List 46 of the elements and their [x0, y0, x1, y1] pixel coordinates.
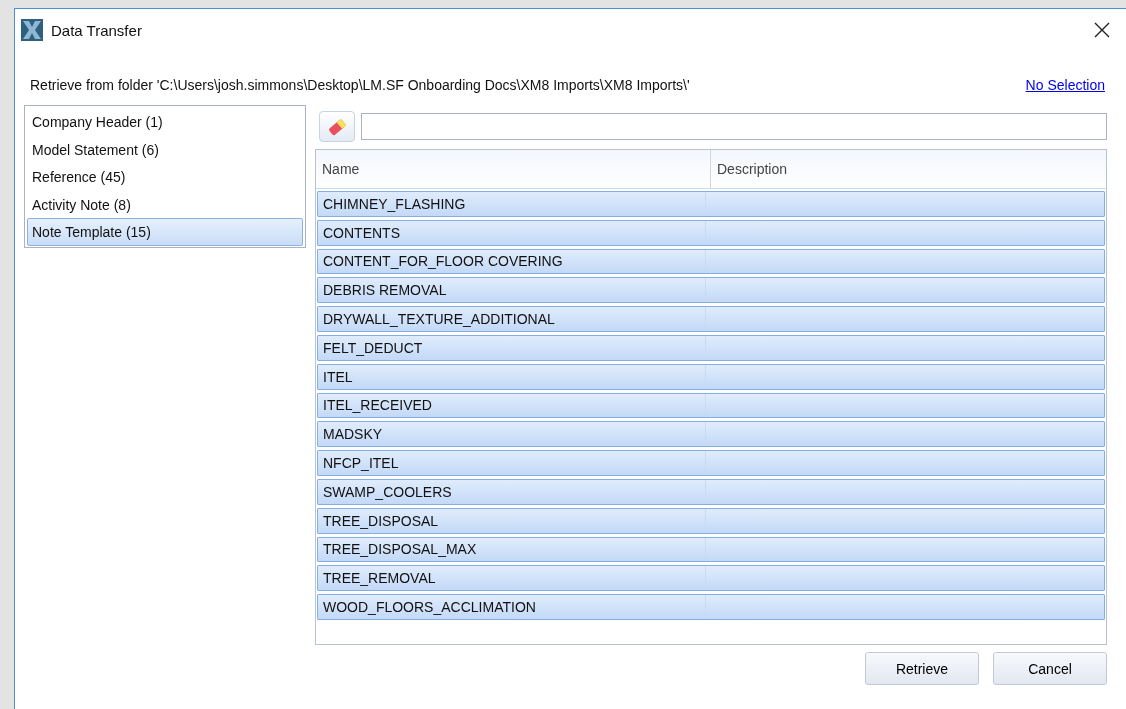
column-header[interactable]: Name: [316, 150, 711, 188]
clear-filter-button[interactable]: [319, 111, 355, 142]
table-row[interactable]: MADSKY: [317, 421, 1105, 448]
x-logo-icon: [21, 19, 43, 41]
name-cell: MADSKY: [318, 422, 706, 447]
name-cell: ITEL_RECEIVED: [318, 393, 706, 418]
category-item[interactable]: Note Template (15): [27, 218, 303, 246]
category-item[interactable]: Model Statement (6): [27, 135, 303, 163]
folder-path-label: Retrieve from folder 'C:\Users\josh.simmons\Desktop\LM.SF Onboarding Docs\XM8 Imports\XM8 Imports\': [30, 77, 690, 93]
name-cell: CONTENT_FOR_FLOOR COVERING: [318, 249, 706, 274]
window-title: Data Transfer: [51, 21, 143, 39]
table-row[interactable]: CONTENT_FOR_FLOOR COVERING: [317, 248, 1105, 275]
name-cell: TREE_DISPOSAL: [318, 508, 706, 533]
name-cell: ITEL: [318, 364, 706, 389]
name-cell: SWAMP_COOLERS: [318, 479, 706, 504]
table-row[interactable]: ITEL_RECEIVED: [317, 392, 1105, 419]
table-row[interactable]: TREE_DISPOSAL_MAX: [317, 536, 1105, 563]
table-row[interactable]: TREE_REMOVAL: [317, 565, 1105, 592]
filter-field[interactable]: [361, 113, 1107, 140]
table-row[interactable]: WOOD_FLOORS_ACCLIMATION: [317, 594, 1105, 620]
table-row[interactable]: ITEL: [317, 363, 1105, 390]
name-cell: CONTENTS: [318, 220, 706, 245]
name-cell: NFCP_ITEL: [318, 451, 706, 475]
dialog-button[interactable]: Cancel: [993, 652, 1107, 685]
table-row[interactable]: CHIMNEY_FLASHING: [317, 191, 1105, 217]
column-header[interactable]: Description: [711, 150, 1106, 188]
table-row[interactable]: FELT_DEDUCT: [317, 335, 1105, 361]
no-selection-link[interactable]: No Selection: [1025, 77, 1105, 93]
category-item[interactable]: Company Header (1): [27, 108, 303, 136]
dialog-button[interactable]: Retrieve: [865, 652, 979, 685]
table-row[interactable]: SWAMP_COOLERS: [317, 478, 1105, 505]
name-cell: CHIMNEY_FLASHING: [318, 192, 706, 216]
table-row[interactable]: NFCP_ITEL: [317, 450, 1105, 476]
table-row[interactable]: DEBRIS REMOVAL: [317, 277, 1105, 304]
table-row[interactable]: CONTENTS: [317, 219, 1105, 246]
name-cell: WOOD_FLOORS_ACCLIMATION: [318, 595, 706, 619]
category-item[interactable]: Reference (45): [27, 163, 303, 191]
name-cell: DRYWALL_TEXTURE_ADDITIONAL: [318, 307, 706, 331]
close-icon: [1094, 22, 1110, 38]
name-cell: DEBRIS REMOVAL: [318, 278, 706, 303]
name-cell: FELT_DEDUCT: [318, 336, 706, 360]
name-cell: TREE_DISPOSAL_MAX: [318, 537, 706, 562]
name-cell: TREE_REMOVAL: [318, 566, 706, 591]
category-item[interactable]: Activity Note (8): [27, 190, 303, 218]
table-row[interactable]: DRYWALL_TEXTURE_ADDITIONAL: [317, 306, 1105, 332]
table-row[interactable]: TREE_DISPOSAL: [317, 507, 1105, 534]
